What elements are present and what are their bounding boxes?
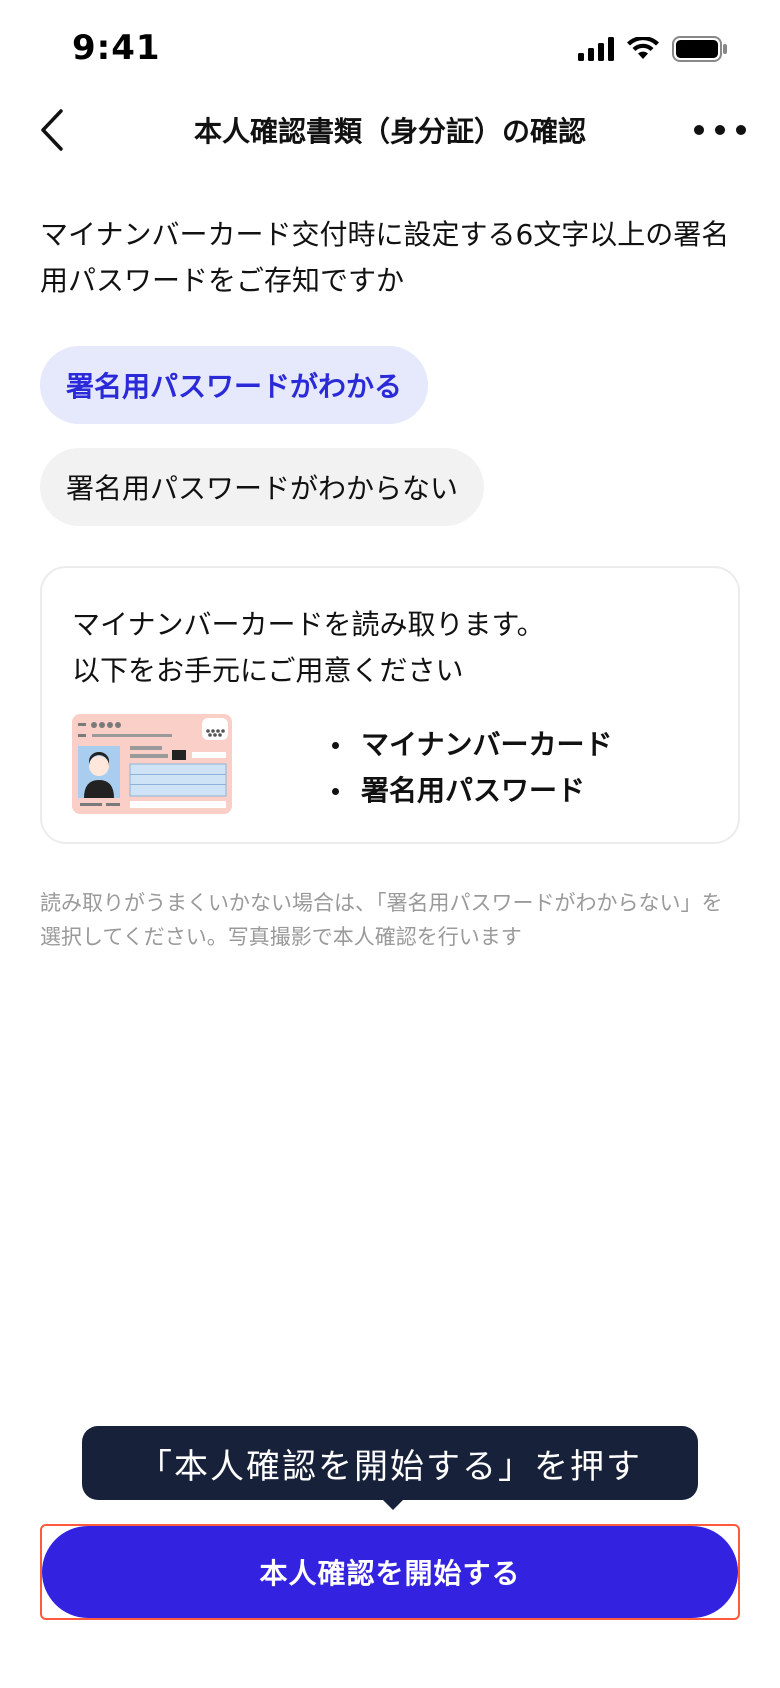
info-card: マイナンバーカードを読み取ります。 以下をお手元にご用意ください マイナンバーカ… [40,566,740,844]
requirements-list: マイナンバーカード 署名用パスワード [290,722,612,814]
more-dot-icon [694,125,704,135]
more-options-button[interactable] [694,110,746,150]
more-dot-icon [736,125,746,135]
page-title: 本人確認書類（身分証）の確認 [193,115,586,148]
list-item-label: マイナンバーカード [361,728,613,761]
status-bar: 9:41 [0,0,780,100]
list-item: 署名用パスワード [290,768,612,814]
cellular-signal-icon [578,37,614,61]
option-label: 署名用パスワードがわかる [66,370,403,403]
navigation-bar: 本人確認書類（身分証）の確認 [0,96,780,164]
info-line-2: 以下をお手元にご用意ください [72,654,464,687]
start-verification-button[interactable]: 本人確認を開始する [42,1526,738,1618]
info-text: マイナンバーカードを読み取ります。 以下をお手元にご用意ください [72,602,545,694]
info-line-1: マイナンバーカードを読み取ります。 [72,608,545,641]
battery-icon [672,36,727,62]
list-item-label: 署名用パスワード [361,774,586,807]
instruction-tooltip: 「本人確認を開始する」を押す [82,1426,698,1500]
status-time: 9:41 [72,28,161,68]
cta-label: 本人確認を開始する [259,1557,521,1590]
tooltip-text: 「本人確認を開始する」を押す [138,1446,642,1487]
more-dot-icon [715,125,725,135]
wifi-icon [627,37,659,59]
list-item: マイナンバーカード [290,722,612,768]
tooltip-arrow [381,1498,405,1510]
question-text: マイナンバーカード交付時に設定する6文字以上の署名用パスワードをご存知ですか [40,218,730,297]
status-icons [578,36,728,62]
help-note: 読み取りがうまくいかない場合は、「署名用パスワードがわからない」を選択してくださ… [40,891,723,949]
bullet-icon [332,787,339,795]
option-dont-know-password[interactable]: 署名用パスワードがわからない [40,448,485,526]
my-number-card-icon [72,714,232,814]
option-label: 署名用パスワードがわからない [66,472,459,505]
option-know-password[interactable]: 署名用パスワードがわかる [40,346,429,424]
bullet-icon [332,741,339,749]
